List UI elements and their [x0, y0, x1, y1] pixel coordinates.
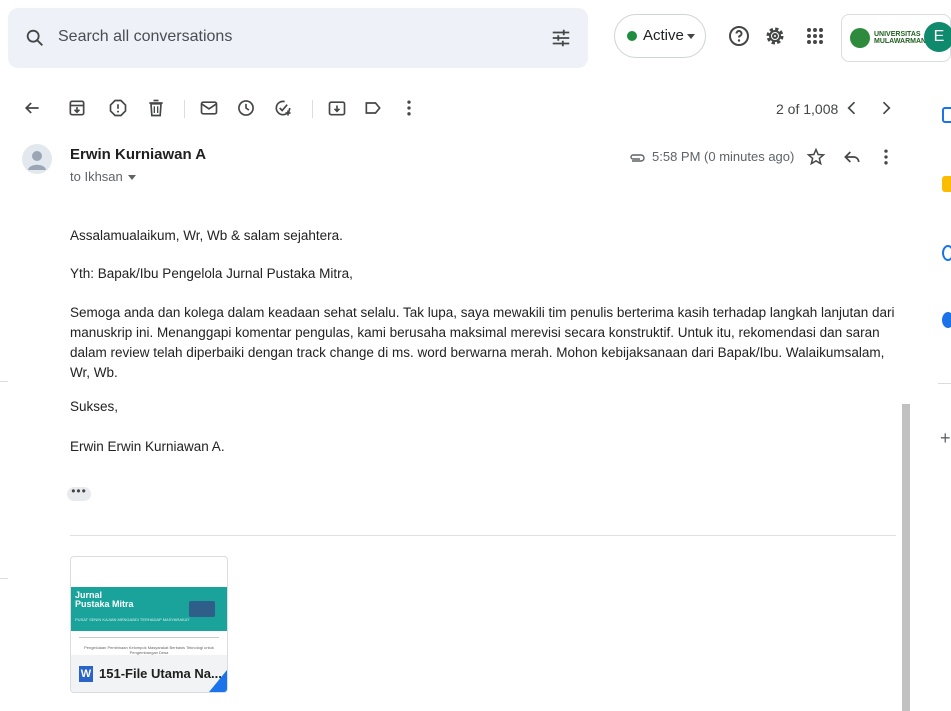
status-dot [627, 31, 637, 41]
message-paragraph: Semoga anda dan kolega dalam keadaan seh… [70, 305, 895, 380]
sender-avatar[interactable] [22, 144, 52, 174]
recipient-label: to Ikhsan [70, 169, 123, 184]
attachment-card[interactable]: Jurnal Pustaka Mitra PUSAT SENIN KAJIAN M… [70, 556, 228, 693]
reply-icon[interactable] [842, 147, 862, 167]
gear-icon[interactable] [763, 24, 787, 48]
scrollbar-thumb[interactable] [902, 404, 910, 711]
status-selector[interactable]: Active [614, 14, 706, 58]
report-spam-icon[interactable] [108, 98, 128, 118]
rail-divider [938, 383, 951, 384]
mark-unread-icon[interactable] [199, 98, 219, 118]
apps-grid-icon[interactable] [803, 24, 827, 48]
message-toolbar: 2 of 1,008 [0, 88, 910, 132]
organization-name: UNIVERSITAS MULAWARMAN [874, 31, 927, 45]
pagination-count: 2 of 1,008 [776, 101, 839, 117]
toolbar-divider [312, 100, 313, 118]
journal-title: Jurnal Pustaka Mitra [75, 590, 134, 609]
add-addon-icon[interactable]: + [940, 428, 951, 449]
chevron-down-icon[interactable] [127, 174, 136, 181]
move-to-icon[interactable] [327, 98, 347, 118]
snooze-clock-icon[interactable] [236, 98, 256, 118]
account-avatar[interactable]: E [924, 22, 951, 52]
journal-subtitle: PUSAT SENIN KAJIAN MENGABDI TERHADAP MAS… [75, 617, 190, 622]
search-options-icon[interactable] [550, 27, 572, 49]
journal-illustration-icon [189, 601, 215, 617]
back-arrow-icon[interactable] [22, 98, 42, 118]
attachment-preview: Jurnal Pustaka Mitra PUSAT SENIN KAJIAN M… [71, 557, 227, 655]
keep-icon[interactable] [942, 176, 951, 192]
university-logo-icon [850, 28, 870, 48]
edge-divider [0, 381, 8, 382]
show-trimmed-content-button[interactable]: ••• [67, 485, 91, 501]
contacts-icon[interactable] [942, 312, 951, 328]
chevron-down-icon [687, 34, 695, 40]
message-signature: Erwin Erwin Kurniawan A. [70, 439, 225, 454]
top-header: Search all conversations Active UNIVERSI… [0, 0, 951, 76]
message-timestamp: 5:58 PM (0 minutes ago) [652, 149, 795, 164]
message-greeting: Assalamualaikum, Wr, Wb & salam sejahter… [70, 228, 343, 243]
sender-name[interactable]: Erwin Kurniawan A [70, 146, 206, 163]
delete-icon[interactable] [146, 98, 166, 118]
more-vert-icon[interactable] [876, 147, 896, 167]
add-task-icon[interactable] [273, 98, 293, 118]
message-closing: Sukses, [70, 399, 119, 414]
label-icon[interactable] [363, 98, 383, 118]
word-document-icon: W [79, 666, 93, 682]
recipient-line[interactable]: to Ikhsan [70, 169, 136, 184]
message-salutation: Yth: Bapak/Ibu Pengelola Jurnal Pustaka … [70, 266, 353, 281]
attachment-clip-icon [629, 151, 645, 165]
preview-rule [79, 637, 219, 638]
search-input[interactable]: Search all conversations [58, 28, 232, 46]
calendar-icon[interactable] [942, 107, 951, 123]
search-icon[interactable] [24, 27, 46, 49]
preview-body-text: Pengelolaan Pembinaan Kelompok Masyaraka… [84, 645, 214, 655]
attachment-footer: W 151-File Utama Na... [71, 655, 227, 692]
drive-corner-icon [209, 670, 227, 692]
help-icon[interactable] [727, 24, 751, 48]
older-chevron-right-icon[interactable] [876, 98, 896, 118]
archive-icon[interactable] [67, 98, 87, 118]
star-icon[interactable] [806, 147, 826, 167]
attachment-divider [70, 535, 896, 536]
toolbar-divider [184, 100, 185, 118]
tasks-icon[interactable] [942, 245, 951, 261]
edge-divider [0, 578, 8, 579]
search-bar[interactable]: Search all conversations [8, 8, 588, 68]
status-label: Active [643, 27, 684, 44]
more-vert-icon[interactable] [399, 98, 419, 118]
newer-chevron-left-icon[interactable] [842, 98, 862, 118]
attachment-filename[interactable]: 151-File Utama Na... [99, 666, 222, 681]
